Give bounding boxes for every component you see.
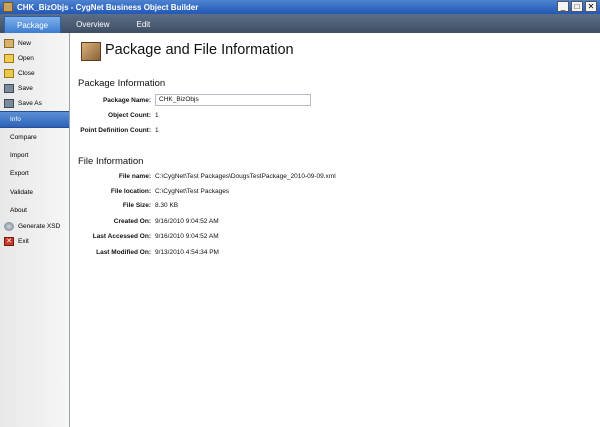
close-window-button[interactable]: ✕ [585,1,597,12]
sidebar-item-save[interactable]: Save [0,81,69,96]
sidebar-item-label: Validate [10,188,34,196]
sidebar-item-label: Generate XSD [18,223,61,231]
file-name-label: File name: [118,173,151,180]
object-count-value: 1 [155,112,159,119]
created-on-label: Created On: [113,218,151,225]
gear-icon [4,222,14,232]
last-accessed-value: 9/16/2010 9:04:52 AM [155,233,219,240]
new-icon [4,39,14,48]
sidebar-item-exit[interactable]: ✕ Exit [0,234,69,249]
title-bar: CHK_BizObjs - CygNet Business Object Bui… [0,0,600,14]
sidebar-item-label: Export [10,170,29,178]
minimize-button[interactable]: _ [557,1,569,12]
sidebar: New Open Close Save Save As Info Compare… [0,33,70,427]
info-panel: Package and File Information Package Inf… [71,33,600,427]
point-definition-count-value: 1 [155,127,159,134]
tab-edit[interactable]: Edit [124,16,162,33]
sidebar-item-generate-xsd[interactable]: Generate XSD [0,219,69,234]
file-name-value: C:\CygNet\Test Packages\DougsTestPackage… [155,173,336,180]
sidebar-item-open[interactable]: Open [0,51,69,66]
sidebar-item-label: Open [18,55,34,62]
save-as-icon [4,99,14,108]
file-info-heading: File Information [78,156,144,167]
package-info-heading: Package Information [78,78,166,89]
ribbon-tabs: Package Overview Edit [0,14,600,33]
created-on-value: 9/16/2010 9:04:52 AM [155,218,219,225]
app-icon [3,2,13,12]
save-icon [4,84,14,93]
object-count-label: Object Count: [108,112,151,119]
window-title: CHK_BizObjs - CygNet Business Object Bui… [17,2,199,12]
sidebar-item-compare[interactable]: Compare [0,128,69,146]
close-folder-icon [4,69,14,78]
last-modified-value: 9/13/2010 4:54:34 PM [155,249,219,256]
sidebar-item-save-as[interactable]: Save As [0,96,69,111]
file-location-value: C:\CygNet\Test Packages [155,188,230,195]
sidebar-item-import[interactable]: Import [0,146,69,164]
sidebar-item-label: About [10,206,27,214]
last-modified-label: Last Modified On: [96,249,151,256]
maximize-button[interactable]: □ [571,1,583,12]
package-name-input[interactable]: CHK_BizObjs [155,94,311,106]
point-definition-count-label: Point Definition Count: [80,127,151,134]
sidebar-item-label: Compare [10,133,37,141]
sidebar-item-label: New [18,40,32,47]
sidebar-item-label: Info [10,116,21,123]
sidebar-item-label: Close [18,70,35,77]
sidebar-item-export[interactable]: Export [0,165,69,183]
file-size-label: File Size: [122,202,151,209]
sidebar-item-label: Save [18,85,33,92]
sidebar-item-about[interactable]: About [0,201,69,219]
sidebar-item-label: Exit [18,238,29,246]
sidebar-item-validate[interactable]: Validate [0,183,69,201]
sidebar-item-label: Save As [18,100,42,107]
page-title: Package and File Information [105,42,294,58]
file-location-label: File location: [110,188,151,195]
window-controls: _ □ ✕ [557,1,597,12]
open-folder-icon [4,54,14,63]
tab-package[interactable]: Package [4,16,62,33]
exit-icon: ✕ [4,237,14,247]
last-accessed-label: Last Accessed On: [92,233,151,240]
package-name-label: Package Name: [102,97,151,104]
package-icon [81,42,101,61]
sidebar-item-info[interactable]: Info [0,111,69,128]
file-size-value: 8.30 KB [155,202,179,209]
sidebar-item-close[interactable]: Close [0,66,69,81]
tab-overview[interactable]: Overview [64,16,121,33]
sidebar-item-new[interactable]: New [0,36,69,51]
sidebar-item-label: Import [10,151,29,159]
